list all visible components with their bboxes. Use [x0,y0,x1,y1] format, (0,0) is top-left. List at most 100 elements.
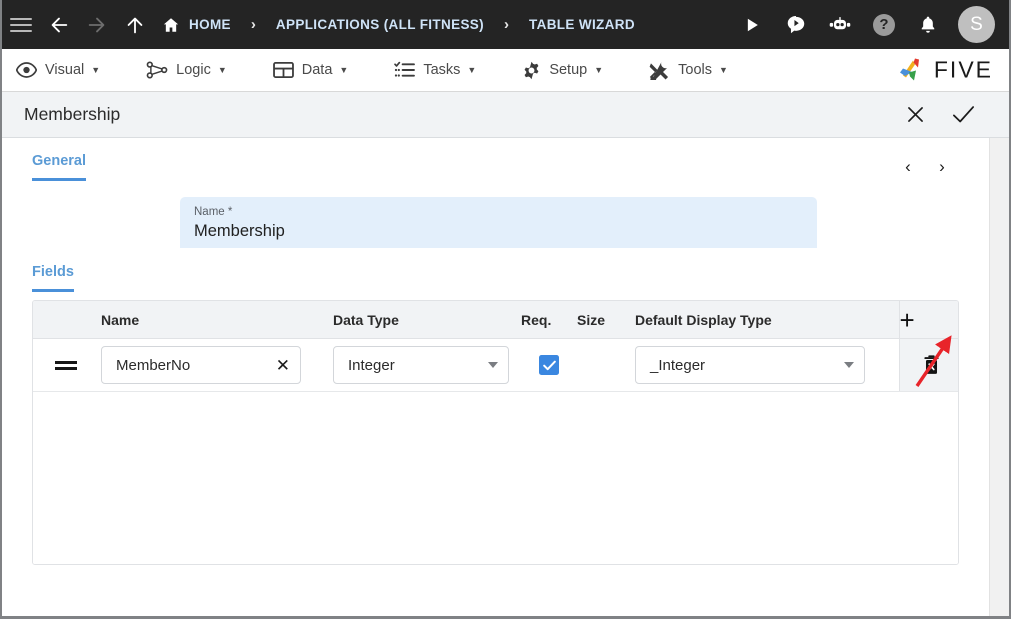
gear-icon [522,61,541,80]
row-name-cell: MemberNo ✕ [101,338,333,392]
col-header-handle [33,301,101,339]
add-field-cell: + [898,301,958,339]
assistant-button[interactable] [818,0,862,49]
fields-table: Name Data Type Req. Size Default Display… [32,300,959,565]
form-title-bar: Membership [2,92,1009,138]
menu-label: Tools [678,62,712,78]
row-default-display-type-cell: _Integer [635,338,899,392]
forward-button[interactable] [78,0,116,49]
table-row: MemberNo ✕ Integer _Integer [33,338,959,392]
chevron-down-icon: ▼ [339,65,349,75]
help-button[interactable]: ? [862,0,906,49]
name-field[interactable]: Name * Membership [180,197,817,248]
fields-grid-body: MemberNo ✕ Integer _Integer [33,338,959,392]
add-field-button[interactable]: + [900,305,915,335]
menu-data[interactable]: Data ▼ [272,61,349,79]
flow-nodes-icon [146,61,168,79]
name-field-row: Name * Membership [32,197,959,248]
breadcrumb-separator: › [504,16,510,33]
home-icon [162,16,180,34]
required-checkbox[interactable] [539,355,559,375]
vertical-scrollbar[interactable] [989,138,1009,616]
fields-grid: Name Data Type Req. Size Default Display… [33,301,959,392]
top-navigation-bar: HOME › APPLICATIONS (ALL FITNESS) › TABL… [2,0,1009,53]
play-icon [747,18,758,31]
breadcrumb-item-applications[interactable]: APPLICATIONS (ALL FITNESS) [276,17,484,32]
five-logo-icon [899,58,919,81]
arrow-left-icon [51,17,68,32]
run-button[interactable] [730,0,774,49]
confirm-button[interactable] [939,92,987,137]
arrow-up-icon [127,17,143,33]
breadcrumb-item-table-wizard[interactable]: TABLE WIZARD [529,17,635,32]
menu-tools[interactable]: Tools ▼ [649,61,728,80]
row-drag-cell[interactable] [33,338,101,392]
menu-logic[interactable]: Logic ▼ [146,61,227,79]
clear-icon[interactable]: ✕ [270,357,290,374]
chat-play-icon [787,15,805,33]
chat-button[interactable] [774,0,818,49]
name-field-value: Membership [194,222,285,240]
form-body: General ‹ › Name * Membership Fields Nam… [2,138,989,616]
row-delete-cell [898,338,959,392]
drag-handle-icon[interactable] [55,360,77,370]
bell-icon [921,16,935,33]
row-required-cell [521,338,577,392]
close-button[interactable] [891,92,939,137]
main-menu-bar: Visual ▼ Logic ▼ Data ▼ Tasks ▼ Setup ▼ … [2,49,1009,92]
back-button[interactable] [40,0,78,49]
next-record-button[interactable]: › [925,152,959,182]
delete-field-button[interactable] [900,354,959,376]
chevron-down-icon [488,362,498,368]
top-bar-actions: ? S [730,0,1009,49]
close-icon [907,107,923,122]
chevron-down-icon [844,362,854,368]
breadcrumb: HOME › APPLICATIONS (ALL FITNESS) › TABL… [162,0,730,49]
eye-icon [16,62,37,78]
brand-label: FIVE [933,56,993,83]
table-icon [272,61,294,79]
check-icon [952,106,974,123]
col-header-required: Req. [521,301,577,339]
chevron-down-icon: ▼ [719,65,728,75]
field-name-input[interactable]: MemberNo ✕ [101,346,301,384]
brand-logo: FIVE [896,56,993,85]
tab-general[interactable]: General [32,153,86,181]
arrow-right-icon [88,17,105,32]
chevron-down-icon: ▼ [467,65,477,75]
menu-label: Tasks [423,62,461,78]
field-name-value: MemberNo [116,356,191,374]
record-navigation: ‹ › [891,152,959,182]
hamburger-icon [10,14,32,36]
row-size-cell[interactable] [577,338,635,392]
data-type-value: Integer [348,356,395,374]
chevron-down-icon: ▼ [594,65,604,75]
data-type-select[interactable]: Integer [333,346,509,384]
tab-fields[interactable]: Fields [32,264,74,292]
content-area: General ‹ › Name * Membership Fields Nam… [2,138,1009,616]
fields-grid-empty-area [33,392,958,564]
hamburger-menu-button[interactable] [2,0,40,49]
menu-label: Setup [549,62,588,78]
help-icon: ? [873,13,895,36]
menu-setup[interactable]: Setup ▼ [522,61,603,80]
application-window: HOME › APPLICATIONS (ALL FITNESS) › TABL… [0,0,1011,619]
robot-icon [829,16,851,29]
notifications-button[interactable] [906,0,950,49]
breadcrumb-item-home[interactable]: HOME [189,17,231,32]
menu-visual[interactable]: Visual ▼ [16,62,100,78]
menu-label: Visual [45,62,85,78]
default-display-type-select[interactable]: _Integer [635,346,865,384]
check-icon [542,360,556,370]
avatar[interactable]: S [958,6,995,43]
menu-tasks[interactable]: Tasks ▼ [394,61,476,79]
row-data-type-cell: Integer [333,338,521,392]
breadcrumb-separator: › [250,16,256,33]
trash-icon [924,354,939,374]
col-header-name: Name [101,301,333,339]
chevron-down-icon: ▼ [91,65,101,75]
up-button[interactable] [116,0,154,49]
menu-label: Logic [176,62,211,78]
header-row: Name Data Type Req. Size Default Display… [33,301,958,339]
previous-record-button[interactable]: ‹ [891,152,925,182]
